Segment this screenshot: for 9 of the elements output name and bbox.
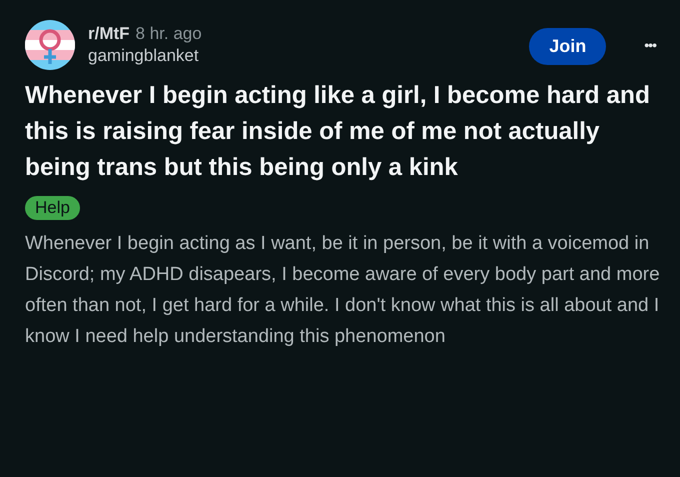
- post-title: Whenever I begin acting like a girl, I become hard and this is raising fear inside of me of me not actually being trans but this being only a kink: [25, 81, 651, 183]
- flair-tag[interactable]: Help: [25, 196, 80, 220]
- more-button[interactable]: •••: [644, 37, 656, 53]
- subreddit-name[interactable]: r/MtF: [88, 24, 130, 44]
- post-time: 8 hr. ago: [136, 24, 202, 44]
- author-name[interactable]: gamingblanket: [88, 46, 530, 66]
- post-body: Whenever I begin acting as I want, be it in person, be it with a voicemod in Discord; my ADHD disapears, I become aware of every body part and more often than not, I get hard for a while. I don't know what this is all about and I know I need help understanding this phenomenon: [25, 232, 661, 349]
- join-button[interactable]: Join: [529, 28, 606, 64]
- community-avatar-icon[interactable]: [25, 20, 75, 70]
